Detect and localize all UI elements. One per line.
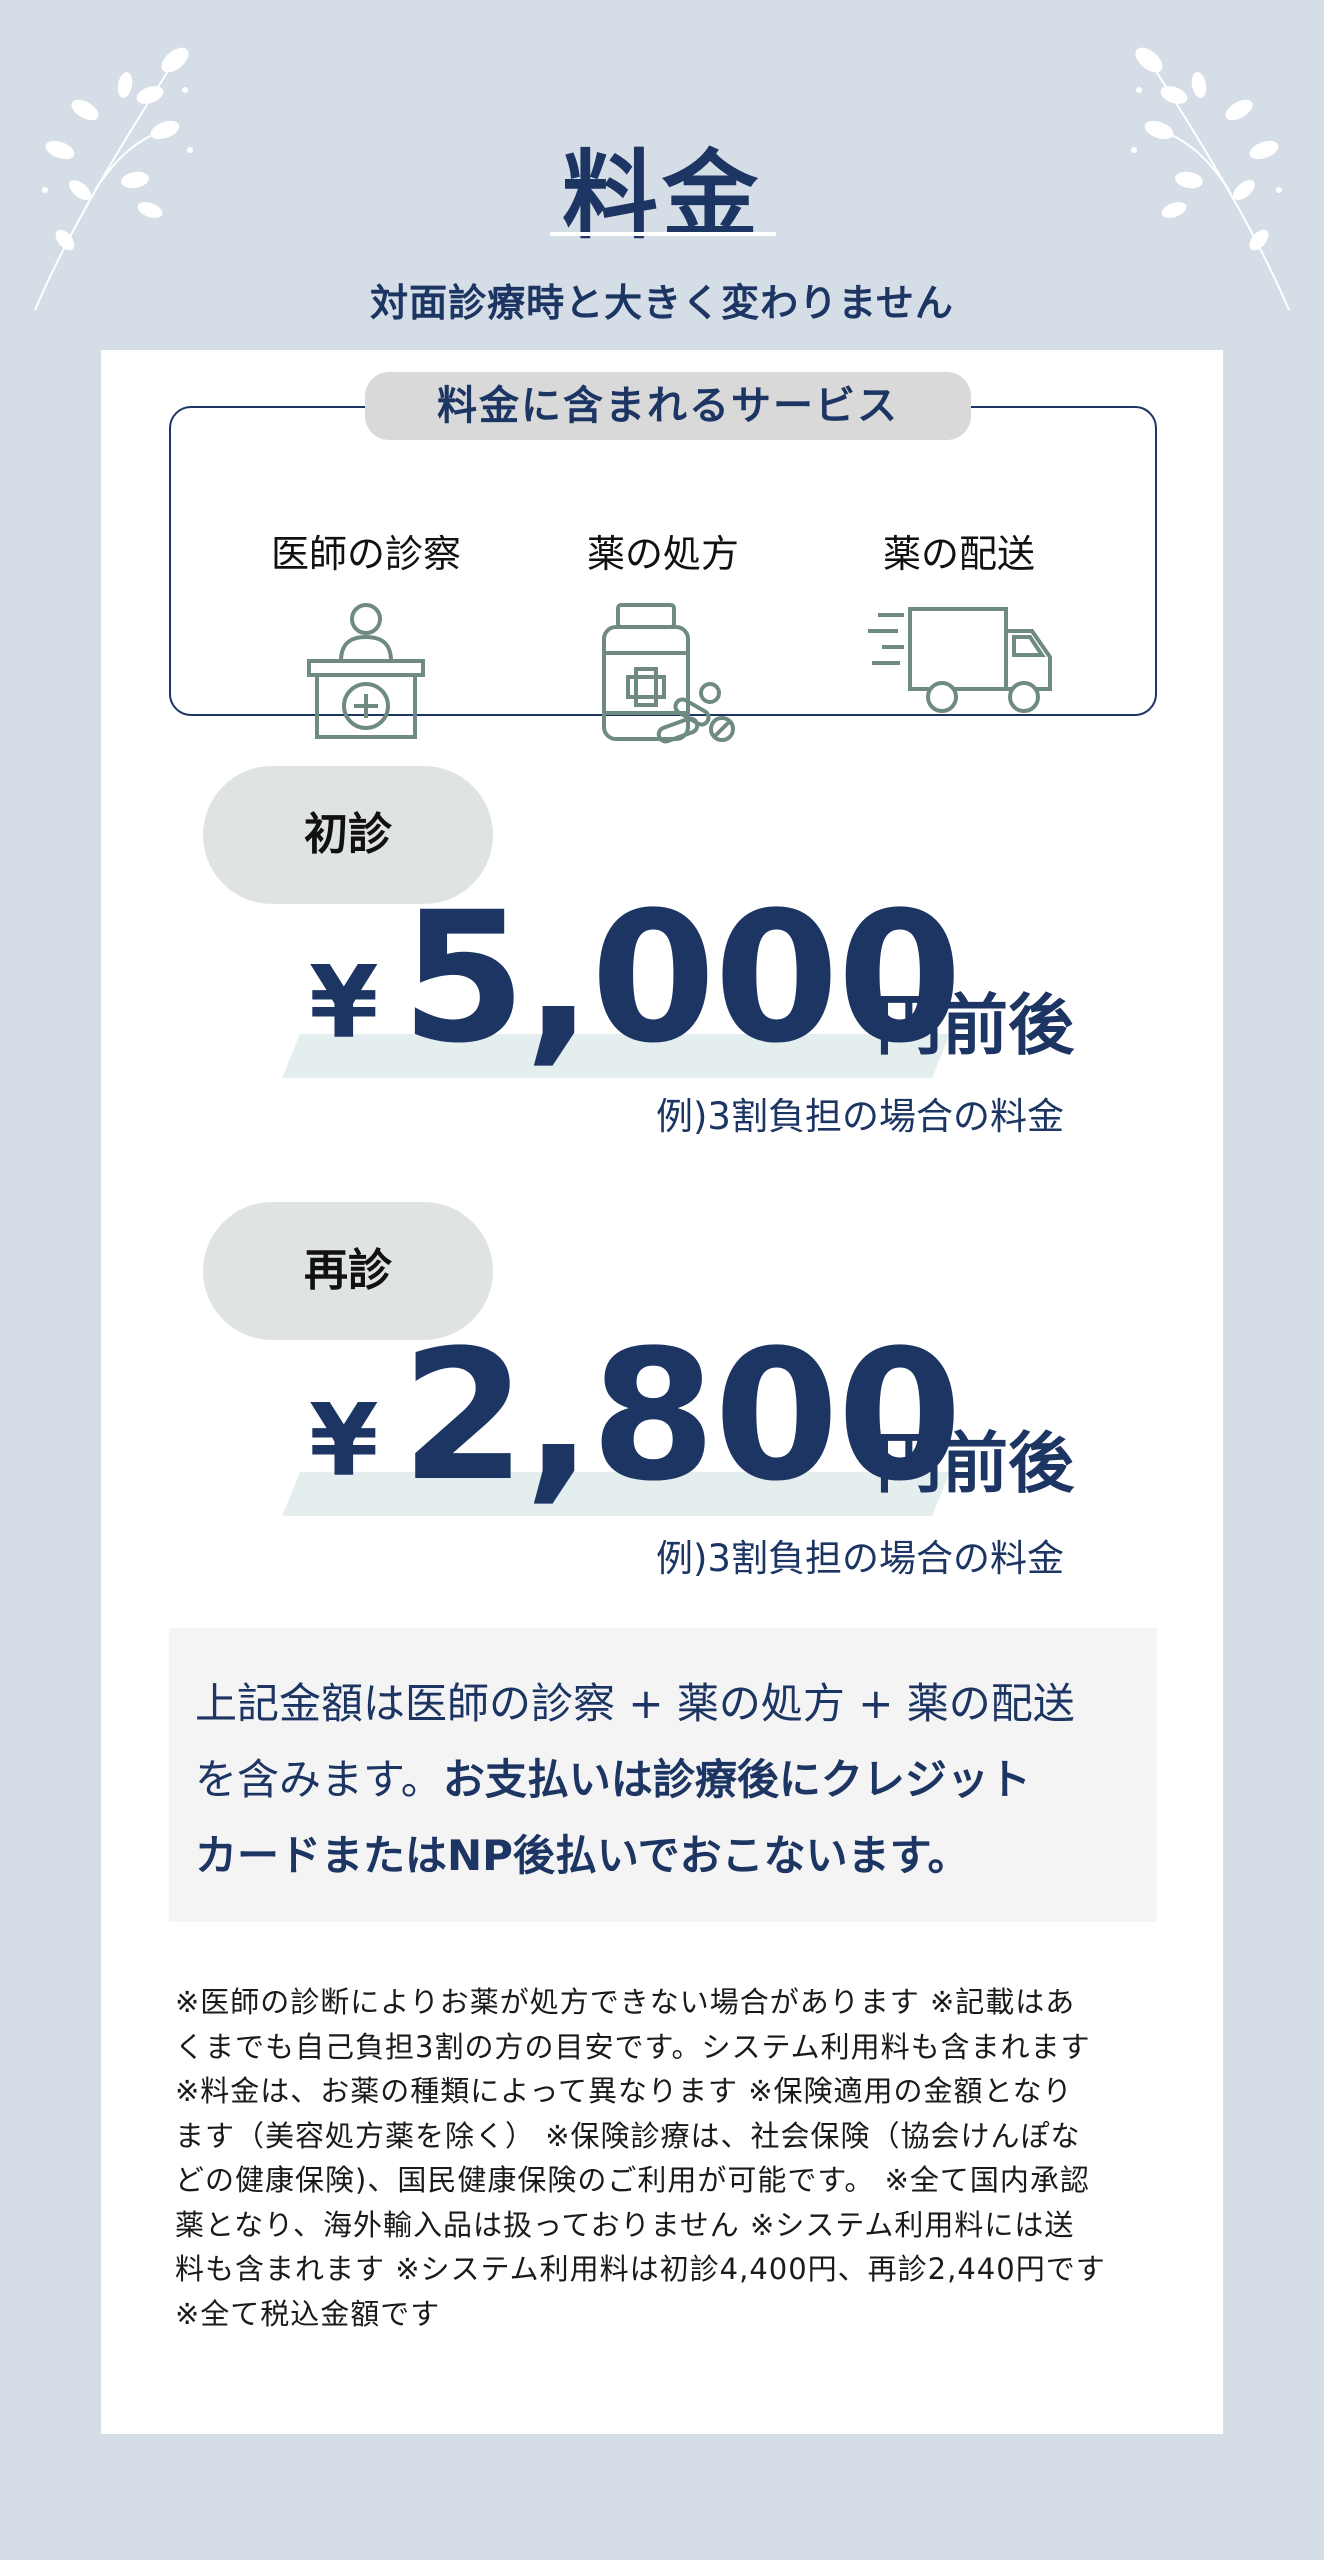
summary-line-1: 上記金額は医師の診察 + 薬の処方 + 薬の配送 xyxy=(195,1679,1075,1728)
services-heading: 料金に含まれるサービス xyxy=(365,372,971,440)
price-example-note: 例)3割負担の場合の料金 xyxy=(656,1537,1064,1580)
summary-line-2: を含みます。お支払いは診療後にクレジット xyxy=(195,1742,1131,1818)
service-item-delivery: 薬の配送 xyxy=(829,523,1089,721)
pricing-card: 医師の診察 薬の処方 薬の配送 料金に含まれるサービス 初診 ¥ 5,000 円… xyxy=(101,350,1223,2434)
summary-box: 上記金額は医師の診察 + 薬の処方 + 薬の配送 を含みます。お支払いは診療後に… xyxy=(169,1628,1157,1922)
page-title: 料金 xyxy=(562,140,762,252)
price-suffix: 円前後 xyxy=(876,987,1074,1064)
footnote-line: ※医師の診断によりお薬が処方できない場合があります ※記載はあ xyxy=(175,1985,1076,2019)
summary-line-3: カードまたはNP後払いでおこないます。 xyxy=(195,1831,970,1880)
yen-symbol: ¥ xyxy=(309,1382,379,1499)
summary-text: を含みます。 xyxy=(195,1755,443,1804)
footnote-line: ※料金は、お薬の種類によって異なります ※保険適用の金額となり xyxy=(175,2074,1073,2108)
service-item-prescription: 薬の処方 xyxy=(533,523,793,751)
price-example-note: 例)3割負担の場合の料金 xyxy=(656,1095,1064,1138)
service-item-consultation: 医師の診察 xyxy=(236,523,496,741)
footnote-line: 薬となり、海外輸入品は扱っておりません ※システム利用料には送 xyxy=(175,2207,1075,2242)
footnote-line: 料も含まれます ※システム利用料は初診4,400円、再診2,440円です xyxy=(175,2252,1106,2286)
yen-symbol: ¥ xyxy=(309,944,379,1061)
service-label: 医師の診察 xyxy=(270,532,461,576)
service-label: 薬の処方 xyxy=(586,532,739,576)
footnote-line: どの健康保険)、国民健康保険のご利用が可能です。 ※全て国内承認 xyxy=(175,2163,1090,2197)
doctor-desk-icon xyxy=(307,603,425,739)
page-subtitle: 対面診療時と大きく変わりません xyxy=(370,281,954,325)
included-services-box: 医師の診察 薬の処方 薬の配送 xyxy=(169,406,1157,744)
price-suffix: 円前後 xyxy=(876,1425,1074,1502)
title-underline xyxy=(550,232,776,236)
footnote-line: ます（美容処方薬を除く） ※保険診療は、社会保険（協会けんぽな xyxy=(175,2118,1081,2153)
footnotes: ※医師の診断によりお薬が処方できない場合があります ※記載はあ くまでも自己負担… xyxy=(175,1980,1155,2336)
medicine-bottle-icon xyxy=(602,603,735,744)
service-label: 薬の配送 xyxy=(882,532,1035,576)
footnote-line: くまでも自己負担3割の方の目安です。システム利用料も含まれます xyxy=(175,2029,1091,2064)
delivery-truck-icon xyxy=(868,607,1052,713)
summary-payment-text: お支払いは診療後にクレジット xyxy=(442,1755,1031,1804)
footnote-line: ※全て税込金額です xyxy=(175,2296,441,2331)
